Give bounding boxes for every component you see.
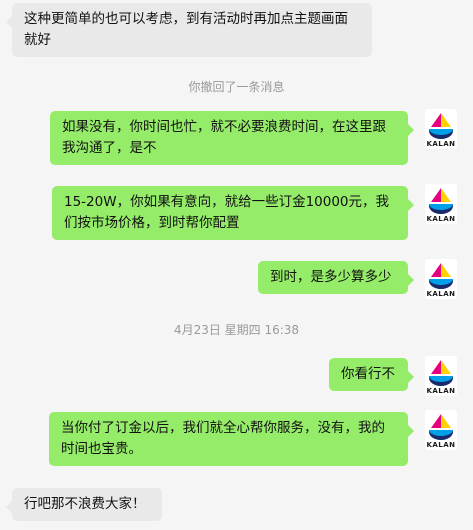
kalan-logo-icon xyxy=(429,113,453,139)
message-bubble-outgoing[interactable]: 如果没有，你时间也忙，就不必要浪费时间，在这里跟我沟通了，是不 xyxy=(50,111,414,165)
kalan-logo-icon xyxy=(429,188,453,214)
avatar[interactable]: KALAN xyxy=(425,259,457,299)
message-bubble-outgoing[interactable]: 到时，是多少算多少 xyxy=(258,261,414,294)
avatar[interactable]: KALAN xyxy=(425,109,457,149)
kalan-logo-icon xyxy=(429,414,453,440)
message-text: 如果没有，你时间也忙，就不必要浪费时间，在这里跟我沟通了，是不 xyxy=(62,119,386,156)
recall-notice: 你撤回了一条消息 xyxy=(188,80,285,94)
message-bubble-incoming[interactable]: 这种更简单的也可以考虑，到有活动时再加点主题画面就好 xyxy=(6,3,372,57)
avatar-brand-label: KALAN xyxy=(426,441,456,449)
avatar[interactable]: KALAN xyxy=(425,356,457,396)
avatar[interactable]: KALAN xyxy=(425,410,457,450)
avatar-brand-label: KALAN xyxy=(426,215,456,223)
avatar-brand-label: KALAN xyxy=(426,387,456,395)
message-text: 这种更简单的也可以考虑，到有活动时再加点主题画面就好 xyxy=(24,11,348,48)
message-bubble-incoming[interactable]: 行吧那不浪费大家！ xyxy=(6,488,162,521)
message-bubble-outgoing[interactable]: 15-20W，你如果有意向，就给一些订金10000元，我们按市场价格，到时帮你配… xyxy=(52,186,414,240)
message-text: 当你付了订金以后，我们就全心帮你服务，没有，我的时间也宝贵。 xyxy=(61,420,385,457)
message-bubble-outgoing[interactable]: 你看行不 xyxy=(329,358,414,391)
message-text: 到时，是多少算多少 xyxy=(270,269,392,285)
message-text: 15-20W，你如果有意向，就给一些订金10000元，我们按市场价格，到时帮你配… xyxy=(64,194,390,231)
avatar-brand-label: KALAN xyxy=(426,140,456,148)
timestamp: 4月23日 星期四 16:38 xyxy=(173,323,300,337)
avatar[interactable]: KALAN xyxy=(425,184,457,224)
message-bubble-outgoing[interactable]: 当你付了订金以后，我们就全心帮你服务，没有，我的时间也宝贵。 xyxy=(49,412,414,466)
kalan-logo-icon xyxy=(429,263,453,289)
message-text: 行吧那不浪费大家！ xyxy=(24,496,146,512)
kalan-logo-icon xyxy=(429,360,453,386)
message-text: 你看行不 xyxy=(341,366,395,382)
avatar-brand-label: KALAN xyxy=(426,290,456,298)
